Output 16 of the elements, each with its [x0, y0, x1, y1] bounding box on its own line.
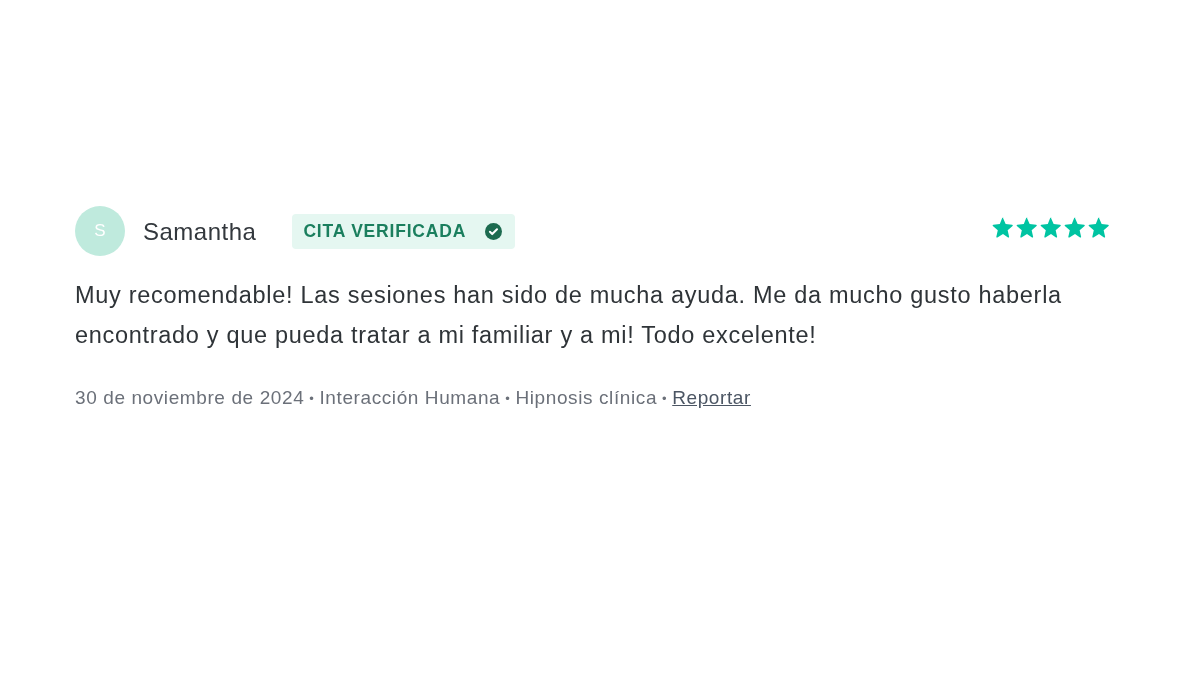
meta-text: Interacción Humana	[319, 386, 501, 410]
author-name: Samantha	[143, 217, 257, 247]
meta-text: 30 de noviembre de 2024	[75, 386, 305, 410]
star-icon	[1064, 216, 1086, 238]
check-circle-icon	[485, 222, 503, 240]
meta-text: Hipnosis clínica	[515, 386, 658, 410]
bullet-separator: •	[309, 389, 315, 408]
badge-label: CITA VERIFICADA	[303, 219, 467, 243]
star-icon	[1088, 216, 1110, 238]
bullet-separator: •	[505, 389, 511, 408]
report-link[interactable]: Reportar	[672, 384, 751, 413]
star-icon	[1016, 216, 1038, 238]
star-icon	[1040, 216, 1062, 238]
review-text: Muy recomendable! Las sesiones han sido de mucha ayuda. Me da mucho gusto haberla encontrado y que pueda tratar a mi familiar y a mi! Todo excelente!	[75, 281, 1063, 350]
star-icon	[992, 216, 1014, 238]
bullet-separator: •	[662, 389, 668, 408]
